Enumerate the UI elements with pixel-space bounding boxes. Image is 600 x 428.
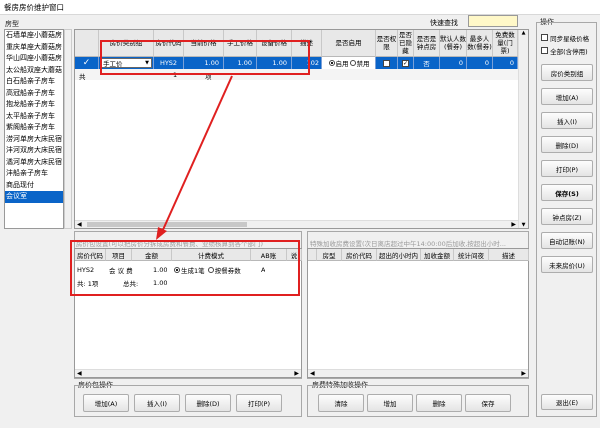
annotation-arrow <box>156 75 233 240</box>
